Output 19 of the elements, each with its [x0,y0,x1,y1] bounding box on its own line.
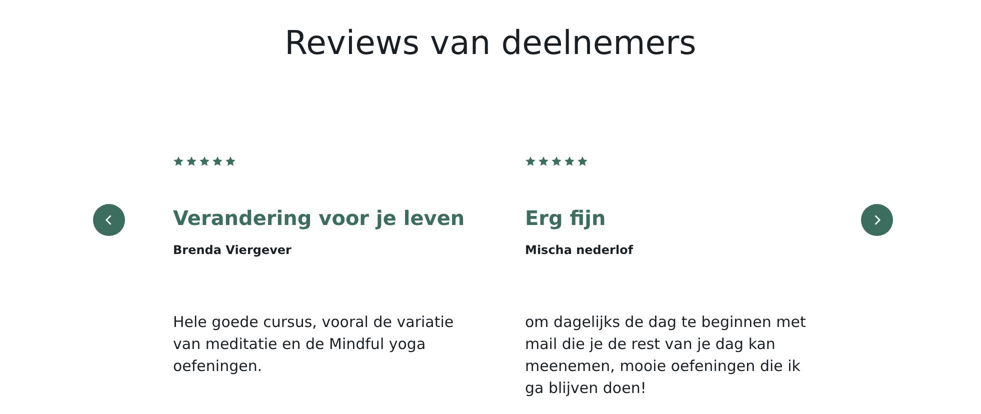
reviewer-name: Mischa nederlof [525,243,634,257]
star-icon [538,156,549,167]
star-icon [212,156,223,167]
reviewer-name: Brenda Viergever [173,243,292,257]
section-heading: Reviews van deelnemers [284,22,698,64]
star-icon [225,156,236,167]
star-icon [173,156,184,167]
review-text: om dagelijks de dag te beginnen met mail die je de rest van je dag kan meenemen, mooie oefeningen die ik ga blijven doen! [525,312,807,399]
star-icon [525,156,536,167]
star-icon [577,156,588,167]
star-icon [199,156,210,167]
star-icon [564,156,575,167]
star-icon [551,156,562,167]
review-title: Erg fijn [525,205,607,231]
previous-button[interactable] [93,204,125,236]
review-title: Verandering voor je leven [173,205,466,231]
star-icon [186,156,197,167]
review-text: Hele goede cursus, vooral de variatie van meditatie en de Mindful yoga oefeningen. [173,312,455,377]
next-button[interactable] [861,204,893,236]
